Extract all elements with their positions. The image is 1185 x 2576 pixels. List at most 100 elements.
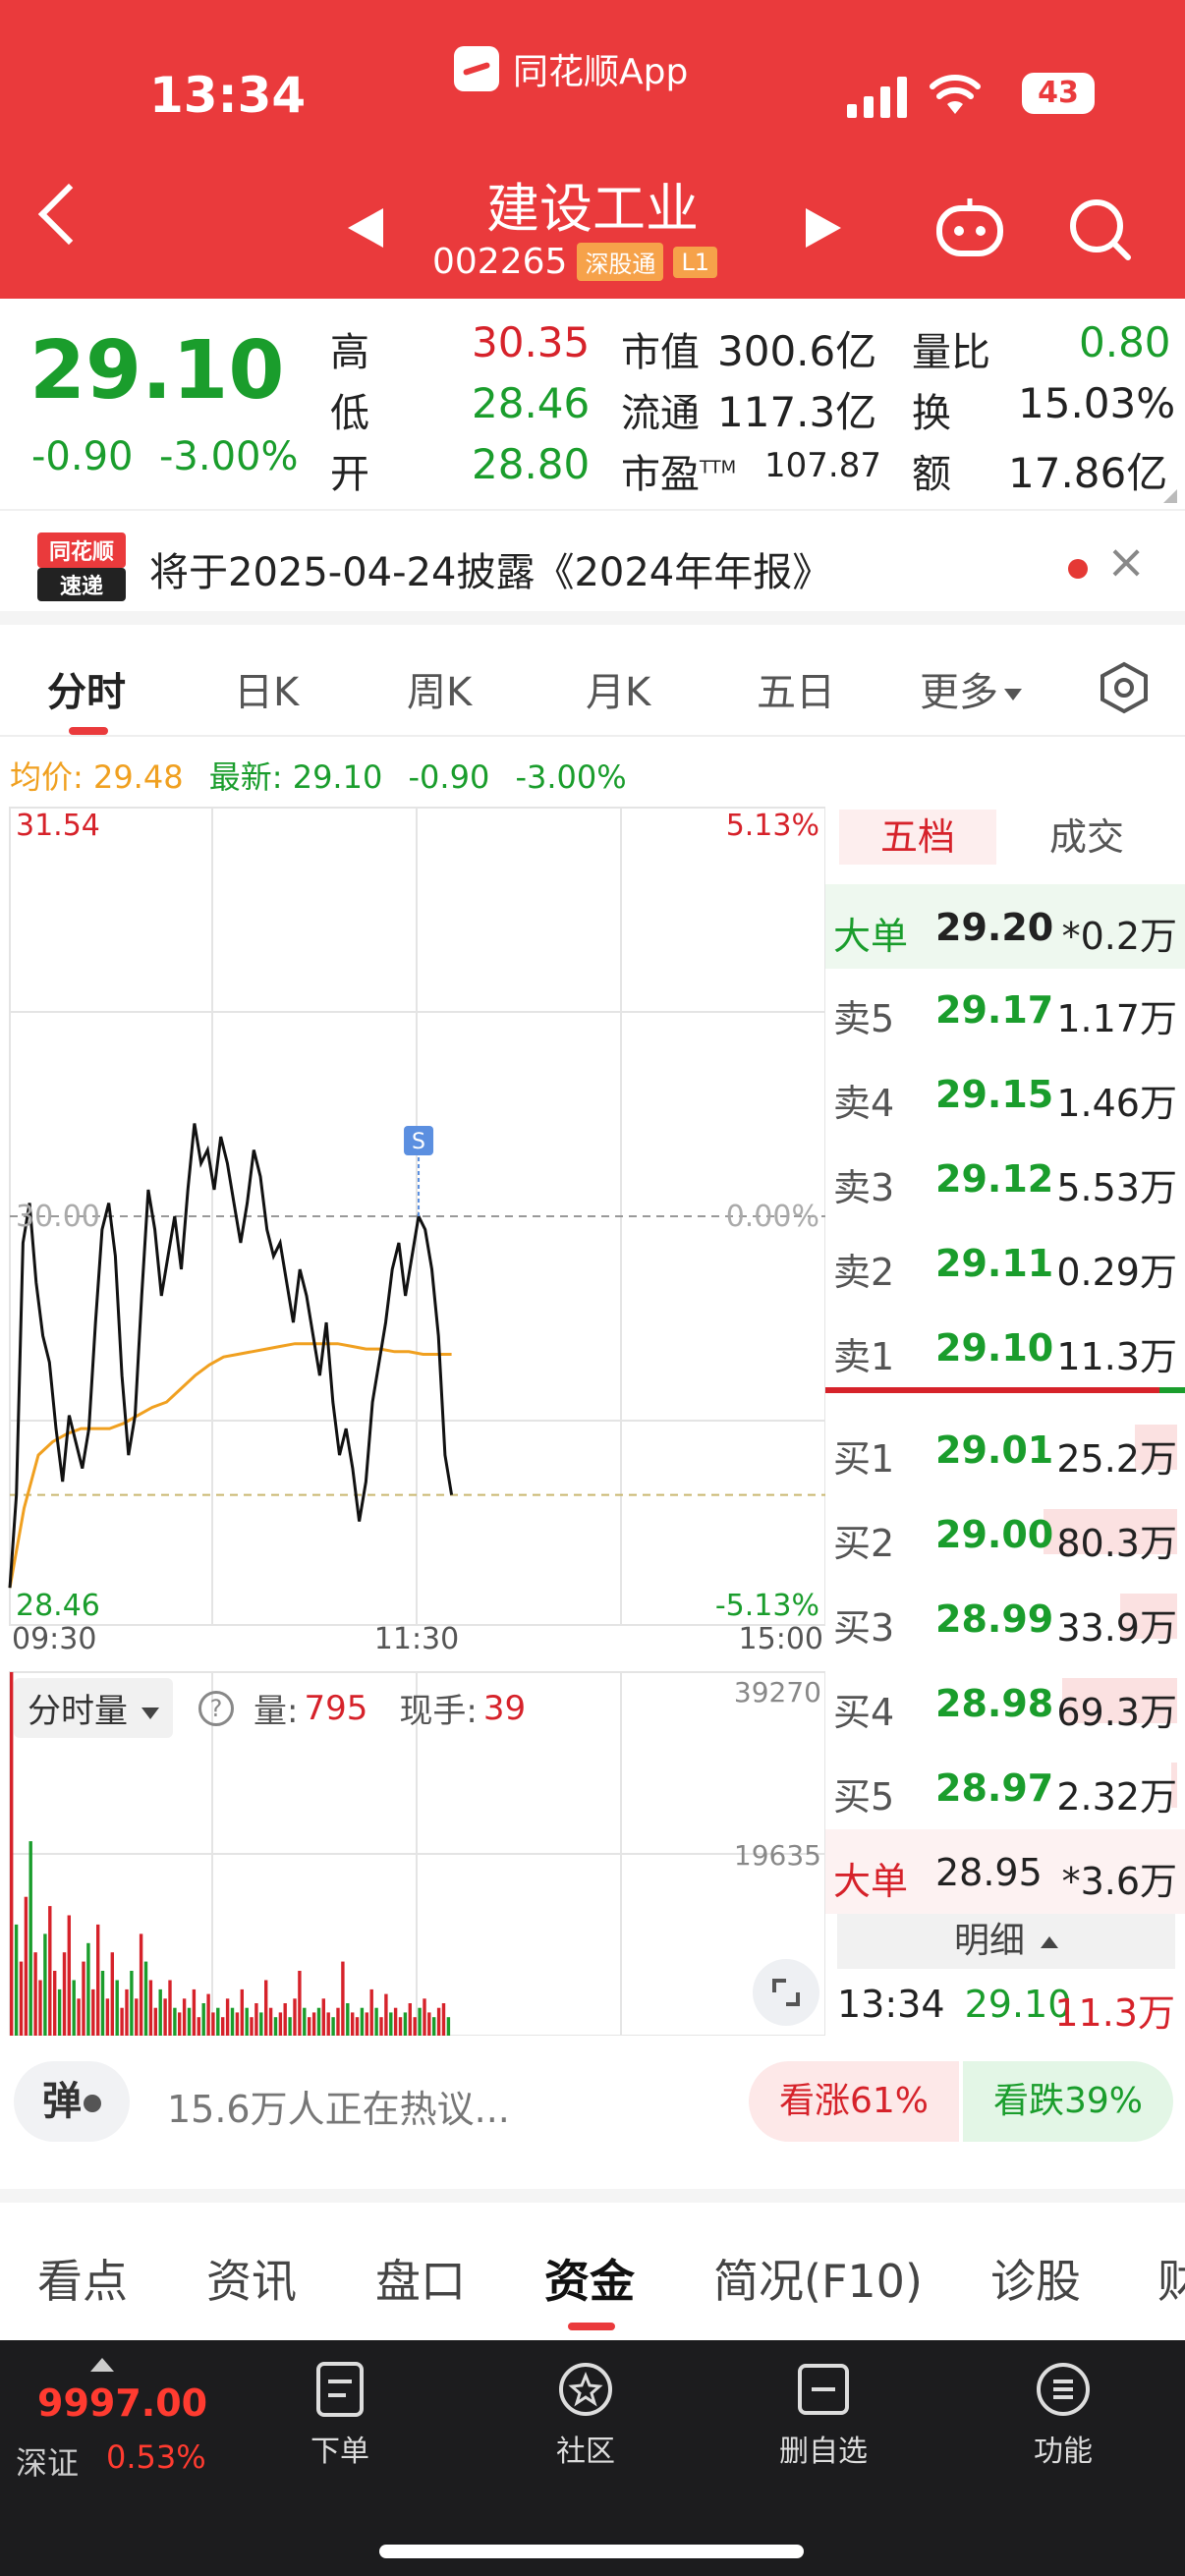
pe-label: 市盈TTM xyxy=(621,442,736,499)
section-divider xyxy=(0,2189,1185,2203)
discussion-count[interactable]: 15.6万人正在热议... xyxy=(167,2079,510,2133)
y-label-bottom: 28.46 xyxy=(16,1589,100,1623)
signal-s-marker[interactable]: S xyxy=(404,1126,434,1216)
ask-row-2[interactable]: 卖2 29.11 0.29万 xyxy=(825,1220,1185,1305)
volume-bar xyxy=(427,2012,431,2036)
volume-bar xyxy=(432,2017,436,2036)
tab-news[interactable]: 资讯 xyxy=(206,2246,297,2311)
volume-bar xyxy=(360,2007,365,2036)
tab-more[interactable]: 更多 xyxy=(920,660,1022,717)
app-return-pill[interactable]: 同花顺App xyxy=(454,43,688,94)
bid-row-3[interactable]: 买3 28.99 33.9万 xyxy=(825,1576,1185,1660)
volume-controls: 分时量 ? 量: 795 现手: 39 xyxy=(14,1678,526,1738)
volume-bar xyxy=(168,1980,172,2036)
prev-stock-icon[interactable] xyxy=(348,208,383,248)
ask-row-5[interactable]: 卖5 29.17 1.17万 xyxy=(825,967,1185,1051)
volume-bar xyxy=(14,1924,19,2036)
volume-label: 量: xyxy=(254,1692,299,1731)
big-sell-price: 29.20 xyxy=(935,906,1054,949)
ask-row-4[interactable]: 卖4 29.15 1.46万 xyxy=(825,1051,1185,1136)
big-sell-row[interactable]: 大单 29.20 *0.2万 xyxy=(825,884,1185,969)
next-stock-icon[interactable] xyxy=(806,208,841,248)
bearish-vote-button[interactable]: 看跌39% xyxy=(963,2061,1173,2142)
nav-functions[interactable]: 功能 xyxy=(994,2360,1132,2470)
bid-row-4[interactable]: 买4 28.98 69.3万 xyxy=(825,1660,1185,1745)
low-value: 28.46 xyxy=(472,379,591,427)
volume-bar xyxy=(206,1993,210,2036)
open-label: 开 xyxy=(330,452,369,497)
quote-summary[interactable]: 29.10 -0.90 -3.00% 高 30.35 低 28.46 开 28.… xyxy=(0,299,1185,509)
big-buy-volume: *3.6万 xyxy=(1061,1860,1177,1903)
tab-five-day[interactable]: 五日 xyxy=(757,660,835,717)
notice-banner[interactable]: 同花顺 速递 将于2025-04-24披露《2024年年报》 × xyxy=(0,509,1185,625)
ask-price: 29.17 xyxy=(935,988,1054,1032)
ask-row-1[interactable]: 卖1 29.10 11.3万 xyxy=(825,1305,1185,1389)
nav-place-order[interactable]: 下单 xyxy=(271,2360,409,2470)
tab-five-levels[interactable]: 五档 xyxy=(839,810,996,865)
nav-community[interactable]: 社区 xyxy=(517,2360,654,2470)
volume-bar xyxy=(221,2017,225,2036)
close-icon[interactable]: × xyxy=(1106,534,1146,589)
danmu-toggle-button[interactable]: 弹 xyxy=(14,2061,130,2142)
volume-bar xyxy=(192,1988,197,2036)
settings-hex-icon[interactable] xyxy=(1097,660,1152,715)
robot-assistant-icon[interactable] xyxy=(935,195,1004,259)
tab-highlights[interactable]: 看点 xyxy=(37,2246,128,2311)
volume-type-dropdown[interactable]: 分时量 xyxy=(14,1678,173,1738)
volume-bar xyxy=(120,2007,124,2036)
volume-bar xyxy=(28,1841,32,2036)
app-name: 同花顺App xyxy=(513,52,689,92)
volume-bar xyxy=(264,1980,268,2036)
volume-bar xyxy=(336,2007,340,2036)
tab-intraday[interactable]: 分时 xyxy=(47,660,126,717)
avg-price: 均价: 29.48 xyxy=(10,758,184,796)
bid-row-1[interactable]: 买1 29.01 25.2万 xyxy=(825,1407,1185,1491)
index-value[interactable]: 9997.00 xyxy=(37,2381,207,2425)
tab-daily-k[interactable]: 日K xyxy=(234,660,299,717)
volume-bar xyxy=(423,1998,426,2036)
tab-monthly-k[interactable]: 月K xyxy=(586,660,650,717)
tab-market-depth[interactable]: 盘口 xyxy=(375,2246,466,2311)
tab-capital-flow[interactable]: 资金 xyxy=(544,2246,635,2311)
nav-remove-watchlist[interactable]: 删自选 xyxy=(755,2360,892,2470)
tab-diagnosis[interactable]: 诊股 xyxy=(990,2246,1081,2311)
pct-label-top: 5.13% xyxy=(726,809,819,843)
notice-logo-bottom: 速递 xyxy=(60,574,103,599)
volume-bar xyxy=(293,1998,297,2036)
tab-f10-profile[interactable]: 简况(F10) xyxy=(713,2246,923,2311)
stock-code: 002265 xyxy=(432,242,568,282)
flash-news-logo-icon: 同花顺 速递 xyxy=(37,532,126,601)
bid-row-2[interactable]: 买2 29.00 80.3万 xyxy=(825,1491,1185,1576)
fullscreen-icon[interactable] xyxy=(753,1959,819,2026)
volume-bar xyxy=(365,2012,368,2036)
volume-bar xyxy=(288,2017,292,2036)
volume-bar xyxy=(225,1998,230,2036)
bid-label: 买5 xyxy=(833,1775,895,1819)
search-icon[interactable] xyxy=(1065,195,1134,263)
bid-label: 买1 xyxy=(833,1437,895,1481)
tab-finance[interactable]: 财 xyxy=(1157,2246,1185,2311)
index-change-pct: 0.53% xyxy=(106,2438,206,2476)
tab-weekly-k[interactable]: 周K xyxy=(407,660,472,717)
ask-row-3[interactable]: 卖3 29.12 5.53万 xyxy=(825,1136,1185,1220)
chevron-up-icon[interactable] xyxy=(90,2358,114,2372)
volume-bar xyxy=(398,2017,403,2036)
tab-trades[interactable]: 成交 xyxy=(1049,810,1124,865)
big-buy-row[interactable]: 大单 28.95 *3.6万 xyxy=(825,1829,1185,1914)
signal-icon xyxy=(847,77,907,118)
detail-toggle[interactable]: 明细 xyxy=(837,1914,1175,1969)
volume-type-label: 分时量 xyxy=(28,1692,128,1731)
intraday-chart[interactable]: S 31.54 30.00 28.46 5.13% 0.00% -5.13% 0… xyxy=(0,798,825,2036)
volume-bar xyxy=(441,2003,446,2036)
help-icon[interactable]: ? xyxy=(198,1690,234,1726)
bullish-vote-button[interactable]: 看涨61% xyxy=(749,2061,959,2142)
high-label: 高 xyxy=(330,330,369,375)
chevron-down-icon xyxy=(141,1707,159,1719)
bid-row-5[interactable]: 买5 28.97 2.32万 xyxy=(825,1745,1185,1829)
volume-bar xyxy=(235,2012,240,2036)
volume-bar xyxy=(351,2012,355,2036)
volume-value: 795 xyxy=(304,1688,368,1728)
back-icon[interactable] xyxy=(37,183,100,246)
info-tabs: 看点 资讯 盘口 资金 简况(F10) 诊股 财 xyxy=(0,2203,1185,2340)
tab-active-indicator xyxy=(69,727,108,735)
